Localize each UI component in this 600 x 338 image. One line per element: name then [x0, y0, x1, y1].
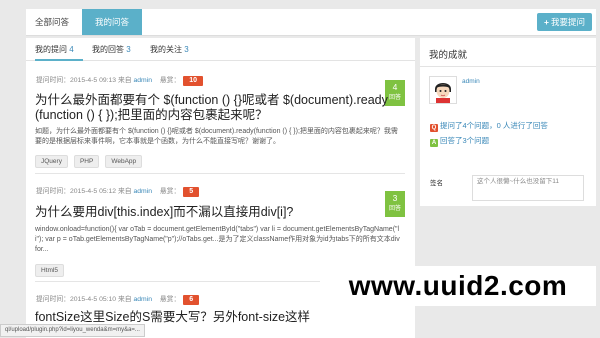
- bounty-label: 悬赏：: [159, 188, 181, 195]
- tag-html5[interactable]: Html5: [35, 264, 64, 277]
- divider: [35, 173, 405, 174]
- tag-list: JQuery PHP WebApp: [35, 155, 148, 168]
- author-link[interactable]: admin: [133, 77, 152, 84]
- achievements-panel: 我的成就 admin Q 提问了4个问题，0 人进行了回答 A 回答了3个问题 签名…: [420, 38, 596, 206]
- answered-stat-text: 回答了3个问题: [440, 136, 490, 145]
- user-avatar-icon: [430, 77, 456, 103]
- achievements-title: 我的成就: [429, 50, 468, 61]
- subtab-my-answers[interactable]: 我的回答 3: [92, 38, 131, 59]
- tag-jquery[interactable]: JQuery: [35, 155, 68, 168]
- ask-question-button[interactable]: + 我要提问: [537, 13, 592, 31]
- question-title[interactable]: 为什么最外面都要有个 $(function () {}呢或者 $(documen…: [35, 93, 389, 123]
- subtab-my-questions[interactable]: 我的提问 4: [35, 38, 83, 61]
- question-meta: 提问时间：2015-4-5 09:13 来自 admin 悬赏： 10: [36, 74, 204, 86]
- question-title[interactable]: 为什么要用div[this.index]而不漏以直接用div[i]?: [35, 205, 389, 220]
- bounty-badge: 5: [183, 187, 200, 197]
- question-excerpt: 如题，为什么最外面都要有个 $(function () {}呢或者 $(docu…: [35, 128, 398, 145]
- subtab-label: 我的回答: [92, 45, 124, 54]
- answers-count: 3: [392, 193, 398, 203]
- asked-stat-text: 提问了4个问题，0 人进行了回答: [440, 121, 548, 130]
- question-excerpt: window.onload=function(){ var oTab = doc…: [35, 226, 400, 253]
- question-title[interactable]: fontSize这里Size的S需要大写？另外font-size这样: [35, 310, 389, 325]
- question-meta: 提问时间：2015-4-5 05:12 来自 admin 悬赏： 5: [36, 185, 200, 197]
- question-time: 提问时间：2015-4-5 09:13 来自: [36, 77, 132, 84]
- subtab-count: 4: [69, 45, 74, 54]
- answered-stat[interactable]: A 回答了3个问题: [430, 135, 489, 147]
- answers-label: 回答: [388, 206, 401, 212]
- question-time: 提问时间：2015-4-5 05:12 来自: [36, 188, 132, 195]
- tag-php[interactable]: PHP: [73, 155, 100, 168]
- bounty-label: 悬赏：: [159, 296, 181, 303]
- subtab-count: 3: [184, 45, 189, 54]
- signature-label: 签名: [430, 180, 443, 187]
- bounty-badge: 10: [183, 76, 204, 86]
- subtab-label: 我的提问: [35, 45, 67, 54]
- browser-status-bar: ql/upload/plugin.php?id=liyou_wenda&m=my…: [0, 324, 145, 337]
- subtab-bar: 我的提问 4 我的回答 3 我的关注 3: [26, 38, 415, 61]
- tag-webapp[interactable]: WebApp: [105, 155, 143, 168]
- divider: [420, 66, 596, 67]
- question-icon: Q: [430, 124, 438, 132]
- bounty-label: 悬赏：: [159, 77, 181, 84]
- answers-label: 回答: [388, 95, 401, 101]
- plus-icon: +: [544, 17, 549, 27]
- avatar[interactable]: [429, 76, 457, 104]
- signature-field[interactable]: 这个人很懒~什么也没留下11: [472, 175, 584, 201]
- tab-all-questions[interactable]: 全部问答: [26, 9, 78, 35]
- asked-stat[interactable]: Q 提问了4个问题，0 人进行了回答: [430, 120, 548, 132]
- subtab-my-follows[interactable]: 我的关注 3: [150, 38, 189, 59]
- username-link[interactable]: admin: [462, 78, 480, 85]
- subtab-label: 我的关注: [150, 45, 182, 54]
- top-navigation: 全部问答 我的问答 + 我要提问: [26, 9, 596, 36]
- author-link[interactable]: admin: [133, 188, 152, 195]
- ask-question-label: 我要提问: [550, 17, 585, 27]
- author-link[interactable]: admin: [133, 296, 152, 303]
- tab-my-questions[interactable]: 我的问答: [82, 9, 142, 35]
- question-meta: 提问时间：2015-4-5 05:10 来自 admin 悬赏： 6: [36, 293, 200, 305]
- tag-list: Html5: [35, 264, 70, 277]
- answer-icon: A: [430, 139, 438, 147]
- answers-count: 4: [392, 82, 398, 92]
- question-time: 提问时间：2015-4-5 05:10 来自: [36, 296, 132, 303]
- bounty-badge: 6: [183, 295, 200, 305]
- watermark: www.uuid2.com: [320, 266, 596, 306]
- subtab-count: 3: [126, 45, 131, 54]
